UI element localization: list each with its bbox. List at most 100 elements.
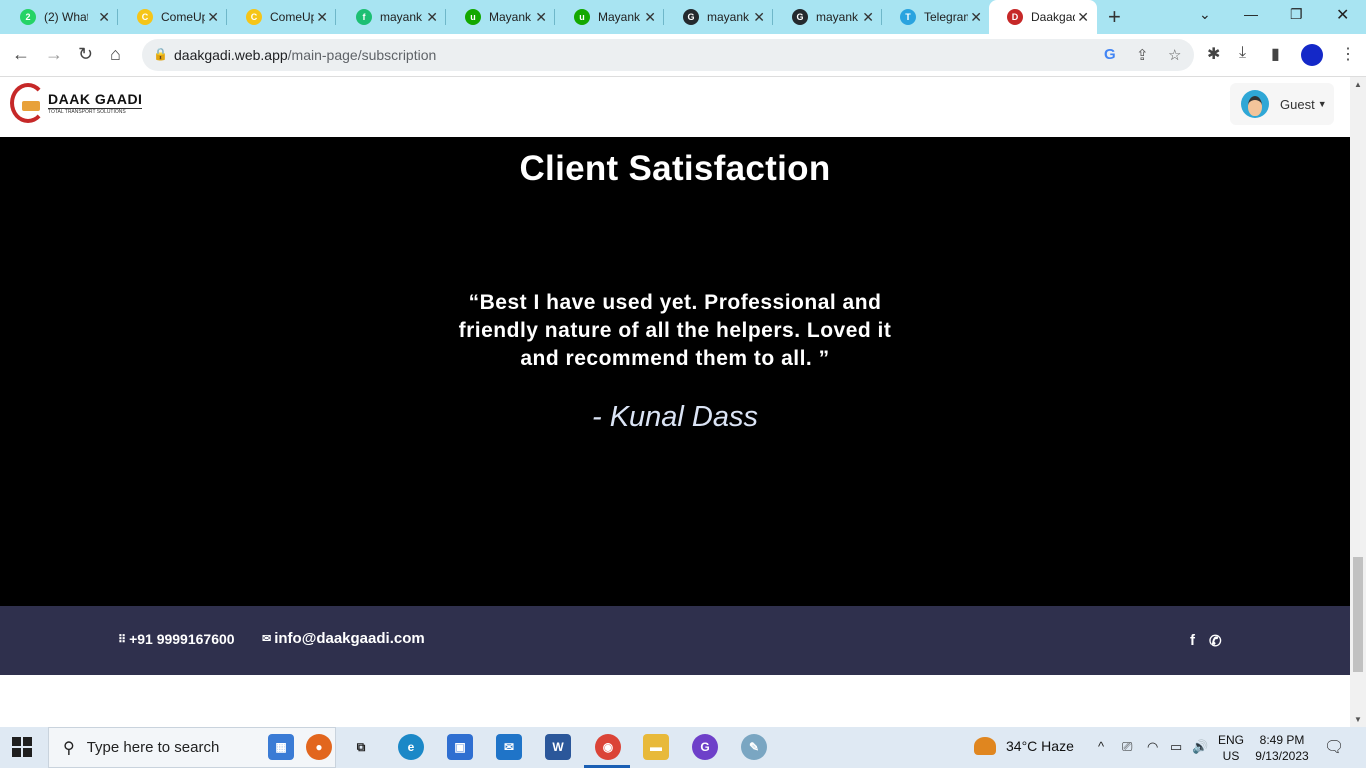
extensions-icon[interactable]: ✱ (1207, 44, 1220, 64)
basketball-icon[interactable]: ● (306, 734, 332, 760)
new-tab-button[interactable]: + (1108, 4, 1121, 30)
tab-title: mayank (707, 10, 750, 24)
close-tab-icon[interactable]: ✕ (426, 9, 438, 26)
user-menu-label: Guest (1280, 96, 1315, 112)
tab-strip: 2 (2) What ✕ C ComeUp ✕ C ComeUp ✕ f mayank ✕ u Mayan… (0, 0, 1366, 34)
show-hidden-icons-chevron-icon[interactable]: ^ (1098, 739, 1104, 754)
close-tab-icon[interactable]: ✕ (862, 9, 874, 26)
tab-title: Mayank (598, 10, 641, 24)
scrollbar-thumb[interactable] (1353, 557, 1363, 672)
tab-title: Mayank (489, 10, 532, 24)
upwork-icon: u (465, 9, 481, 25)
bookmark-star-icon[interactable]: ☆ (1168, 46, 1181, 64)
restore-button[interactable]: ❐ (1290, 6, 1303, 23)
testimonial-section: Client Satisfaction “Best I have used ye… (0, 137, 1350, 606)
url-path: /main-page/subscription (287, 47, 437, 63)
wifi-icon[interactable]: ◠ (1147, 739, 1158, 755)
site-logo[interactable]: DAAK GAADI TOTAL TRANSPORT SOLUTIONS (10, 83, 143, 123)
back-icon[interactable]: ← (12, 44, 30, 65)
user-menu-button[interactable]: Guest ▼ (1230, 83, 1334, 125)
minimize-button[interactable]: — (1244, 6, 1258, 22)
logo-text: DAAK GAADI TOTAL TRANSPORT SOLUTIONS (48, 91, 143, 115)
scroll-down-arrow-icon[interactable]: ▼ (1354, 715, 1362, 724)
edge-icon[interactable]: e (398, 734, 424, 760)
meet-now-icon[interactable]: ⎚ (1122, 739, 1132, 755)
battery-icon[interactable]: ▭ (1170, 739, 1182, 755)
lock-icon[interactable]: 🔒 (153, 47, 168, 61)
whatsapp-icon[interactable]: ✆ (1209, 632, 1222, 650)
close-tab-icon[interactable]: ✕ (535, 9, 547, 26)
facebook-icon[interactable]: f (1190, 632, 1195, 650)
system-clock[interactable]: 8:49 PM 9/13/2023 (1252, 732, 1312, 764)
lang-line-1: ENG (1218, 733, 1245, 747)
file-explorer-icon[interactable]: ▬ (643, 734, 669, 760)
comeup-icon: C (246, 9, 262, 25)
profile-avatar[interactable] (1301, 44, 1323, 66)
home-icon[interactable]: ⌂ (110, 44, 121, 65)
url-host: daakgadi.web.app (174, 47, 288, 63)
browser-tab[interactable]: u Mayank ✕ (556, 0, 664, 34)
phone-contact[interactable]: ⠿ +91 9999167600 (118, 631, 235, 647)
clock-date: 9/13/2023 (1255, 749, 1309, 763)
menu-kebab-icon[interactable]: ⋮ (1340, 44, 1356, 64)
sun-haze-icon (974, 737, 996, 755)
browser-tab[interactable]: 2 (2) What ✕ (10, 0, 118, 34)
email-contact[interactable]: ✉ info@daakgaadi.com (262, 630, 425, 647)
google-lens-icon[interactable]: G (1104, 46, 1116, 63)
caret-down-icon: ▼ (1317, 99, 1327, 109)
side-panel-icon[interactable]: ▮ (1271, 44, 1280, 64)
close-tab-icon[interactable]: ✕ (316, 9, 328, 26)
fiverr-icon: f (356, 9, 372, 25)
store-icon[interactable]: ▣ (447, 734, 473, 760)
close-tab-icon[interactable]: ✕ (970, 9, 982, 26)
widget-app-icon[interactable]: ▦ (268, 734, 294, 760)
browser-tab[interactable]: C ComeUp ✕ (228, 0, 336, 34)
browser-tab[interactable]: C ComeUp ✕ (119, 0, 227, 34)
chrome-icon[interactable]: ◉ (595, 734, 621, 760)
browser-tab[interactable]: Gmayank ✕ (665, 0, 773, 34)
browser-tab[interactable]: u Mayank ✕ (447, 0, 555, 34)
forward-icon[interactable]: → (45, 44, 63, 65)
close-tab-icon[interactable]: ✕ (98, 9, 110, 26)
browser-tab[interactable]: Gmayank ✕ (774, 0, 882, 34)
weather-widget[interactable]: 34°C Haze (974, 737, 1074, 755)
download-icon[interactable]: ⤓ (1239, 44, 1246, 62)
mail-icon[interactable]: ✉ (496, 734, 522, 760)
close-tab-icon[interactable]: ✕ (1077, 9, 1089, 26)
close-tab-icon[interactable]: ✕ (207, 9, 219, 26)
whatsapp-icon: 2 (20, 9, 36, 25)
windows-start-icon[interactable] (12, 737, 32, 757)
tab-title: ComeUp (270, 10, 314, 24)
github-icon: G (792, 9, 808, 25)
close-window-button[interactable]: ✕ (1336, 5, 1349, 25)
logo-name: DAAK GAADI (48, 91, 143, 107)
browser-tab[interactable]: D Daakgad ✕ (989, 0, 1097, 34)
browser-tab[interactable]: T Telegram✕ (882, 0, 990, 34)
scroll-up-arrow-icon[interactable]: ▲ (1354, 80, 1362, 89)
windows-taskbar: ⚲ Type here to search ▦ ● ⧉ e ▣ ✉ W ◉ ▬ … (0, 727, 1366, 768)
social-links: f ✆ (1190, 632, 1222, 650)
browser-toolbar: ← → ↻ ⌂ 🔒 daakgadi.web.app/main-page/sub… (0, 34, 1366, 77)
section-title: Client Satisfaction (519, 149, 831, 188)
language-indicator[interactable]: ENG US (1218, 732, 1244, 764)
truck-logo-icon (10, 83, 46, 123)
clock-time: 8:49 PM (1259, 733, 1305, 747)
address-bar[interactable]: 🔒 daakgadi.web.app/main-page/subscriptio… (142, 39, 1194, 71)
close-tab-icon[interactable]: ✕ (644, 9, 656, 26)
phone-number: +91 9999167600 (129, 631, 235, 647)
volume-icon[interactable]: 🔊 (1192, 739, 1208, 755)
github-icon: G (683, 9, 699, 25)
close-tab-icon[interactable]: ✕ (753, 9, 765, 26)
avatar (1241, 90, 1269, 118)
github-desktop-icon[interactable]: G (692, 734, 718, 760)
reload-icon[interactable]: ↻ (78, 44, 93, 65)
word-icon[interactable]: W (545, 734, 571, 760)
tab-search-icon[interactable]: ⌄ (1199, 6, 1211, 23)
share-icon[interactable]: ⇪ (1136, 46, 1149, 64)
notifications-icon[interactable]: 🗨 (1324, 737, 1344, 757)
task-view-icon[interactable]: ⧉ (348, 734, 374, 760)
url-text[interactable]: daakgadi.web.app/main-page/subscription (174, 47, 436, 63)
page-scrollbar[interactable]: ▲ ▼ (1350, 77, 1366, 727)
browser-tab[interactable]: f mayank ✕ (338, 0, 446, 34)
paint-icon[interactable]: ✎ (741, 734, 767, 760)
